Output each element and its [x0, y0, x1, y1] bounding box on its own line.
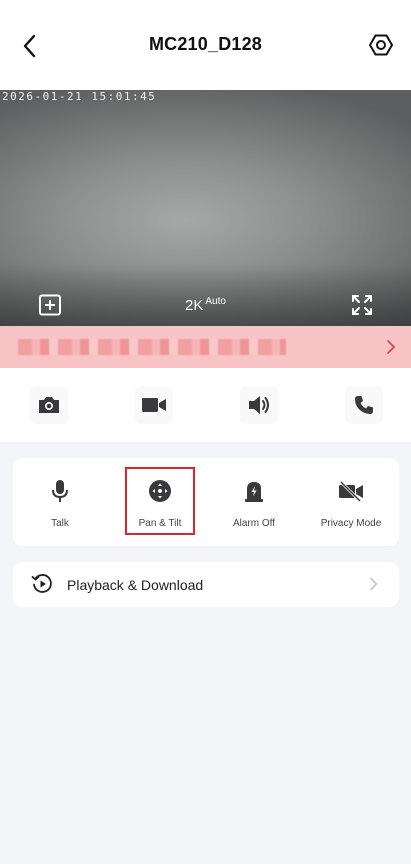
fullscreen-icon [352, 295, 372, 315]
microphone-icon [47, 478, 73, 504]
talk-label: Talk [51, 518, 69, 529]
privacy-mode-button[interactable]: Privacy Mode [310, 466, 392, 540]
speaker-icon [249, 396, 269, 414]
video-record-icon [142, 398, 166, 412]
alarm-icon [241, 478, 267, 504]
chevron-right-icon [370, 577, 378, 591]
audio-button[interactable] [240, 386, 278, 424]
alarm-off-button[interactable]: Alarm Off [213, 466, 295, 540]
playback-download-row[interactable]: Playback & Download [13, 562, 399, 607]
alert-text: ███ ████ ██ ███ ██████ [18, 339, 286, 355]
privacy-mode-label: Privacy Mode [320, 518, 382, 529]
resolution-mode: Auto [205, 296, 226, 307]
record-button[interactable] [135, 386, 173, 424]
alarm-off-label: Alarm Off [232, 518, 276, 529]
settings-hex-icon [369, 34, 393, 56]
page-title: MC210_D128 [148, 34, 263, 54]
resolution-value: 2K [185, 297, 204, 314]
resolution-selector[interactable]: 2K Auto [0, 296, 411, 314]
quick-action-bar [0, 368, 411, 442]
playback-history-icon [31, 574, 52, 593]
chevron-right-icon [387, 340, 395, 354]
controls-card: Talk Pan & Tilt Alarm Off Privacy Mode [13, 458, 399, 546]
selection-highlight [125, 467, 195, 535]
video-timestamp: 2026-01-21 15:01:45 [2, 90, 157, 103]
camera-off-icon [338, 478, 364, 504]
snapshot-button[interactable] [30, 386, 68, 424]
camera-icon [39, 397, 59, 413]
talk-button[interactable]: Talk [19, 466, 101, 540]
top-bar: MC210_D128 [0, 0, 411, 90]
playback-label: Playback & Download [67, 577, 204, 593]
phone-icon [355, 396, 373, 414]
fullscreen-button[interactable] [351, 294, 373, 316]
call-button[interactable] [345, 386, 383, 424]
live-video-view[interactable]: 2026-01-21 15:01:45 2K Auto [0, 90, 411, 326]
settings-button[interactable] [365, 29, 397, 61]
alert-banner[interactable]: ███ ████ ██ ███ ██████ [0, 326, 411, 368]
